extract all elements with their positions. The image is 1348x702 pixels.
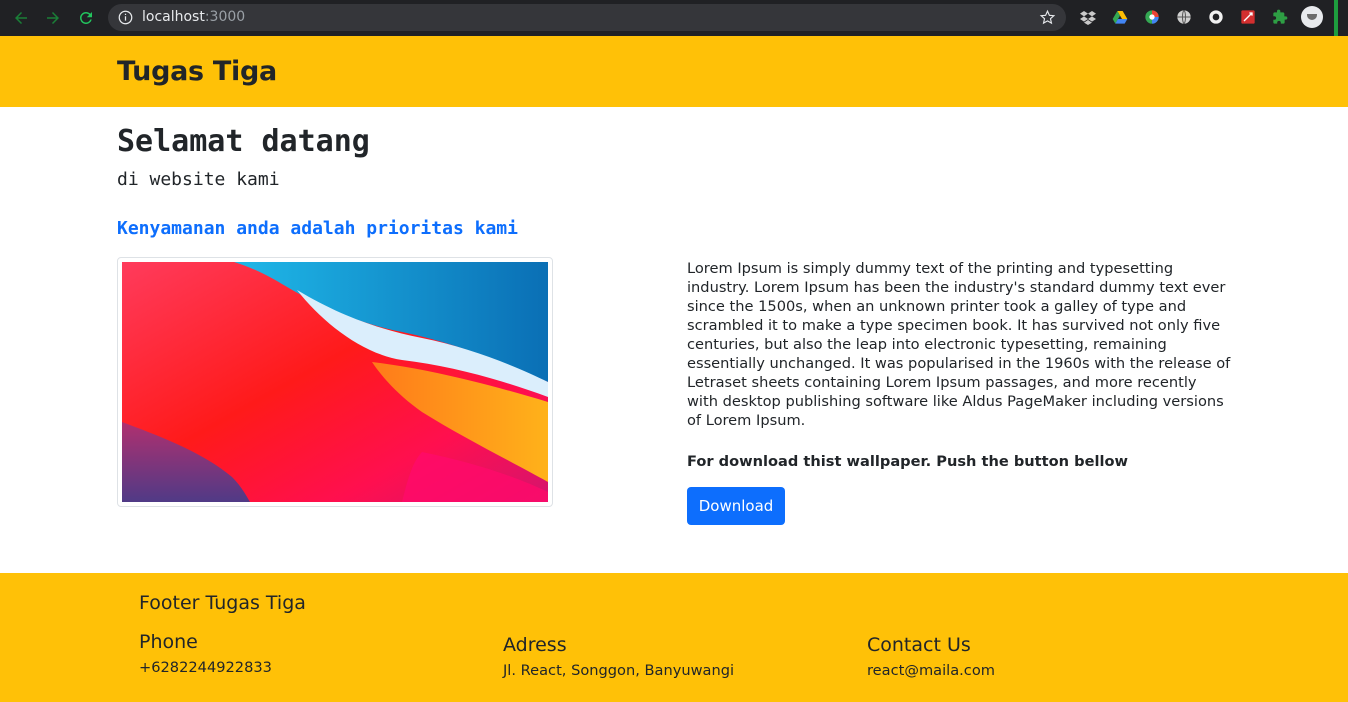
priority-heading: Kenyamanan anda adalah prioritas kami	[117, 218, 518, 239]
address-value: Jl. React, Songgon, Banyuwangi	[503, 662, 735, 679]
red-extension-icon[interactable]	[1240, 9, 1256, 25]
forward-button[interactable]	[42, 7, 64, 29]
arrow-right-icon	[47, 12, 59, 24]
footer-title: Footer Tugas Tiga	[139, 592, 306, 614]
bookmark-star-icon[interactable]	[1039, 9, 1056, 26]
puzzle-icon[interactable]	[1272, 9, 1288, 25]
address-label: Adress	[503, 634, 567, 656]
back-button[interactable]	[10, 7, 32, 29]
colorful-extension-icon[interactable]	[1144, 9, 1160, 25]
url-port: :3000	[204, 9, 246, 25]
footer-address-section: Adress Jl. React, Songgon, Banyuwangi	[503, 634, 734, 679]
page-subtitle: di website kami	[117, 169, 280, 190]
arrow-left-icon	[15, 12, 27, 24]
navbar: Tugas Tiga	[0, 36, 1348, 107]
page-title: Selamat datang	[117, 124, 370, 159]
footer-phone-section: Phone +6282244922833	[139, 631, 272, 676]
browser-toolbar: localhost:3000	[0, 0, 1348, 36]
info-icon	[118, 10, 133, 25]
download-button[interactable]: Download	[687, 487, 785, 525]
circle-extension-icon[interactable]	[1208, 9, 1224, 25]
wallpaper-image	[117, 257, 553, 507]
contact-value: react@maila.com	[867, 662, 995, 679]
reload-icon	[79, 11, 92, 24]
download-note: For download thist wallpaper. Push the b…	[687, 453, 1128, 470]
wallpaper-graphic	[122, 262, 548, 502]
reload-button[interactable]	[75, 7, 97, 29]
profile-avatar[interactable]	[1301, 6, 1323, 28]
phone-value: +6282244922833	[139, 659, 272, 676]
url-host: localhost	[142, 9, 205, 25]
phone-label: Phone	[139, 631, 198, 653]
contact-label: Contact Us	[867, 634, 971, 656]
globe-icon[interactable]	[1176, 9, 1192, 25]
url-text: localhost:3000	[142, 9, 245, 25]
navbar-brand[interactable]: Tugas Tiga	[117, 56, 277, 87]
google-drive-icon[interactable]	[1112, 9, 1128, 25]
footer-contact-section: Contact Us react@maila.com	[867, 634, 995, 679]
description-paragraph: Lorem Ipsum is simply dummy text of the …	[687, 260, 1231, 429]
footer: Footer Tugas Tiga Phone +6282244922833 A…	[0, 573, 1348, 702]
address-bar[interactable]: localhost:3000	[108, 4, 1066, 31]
window-edge	[1334, 0, 1338, 36]
dropbox-icon[interactable]	[1080, 9, 1096, 25]
